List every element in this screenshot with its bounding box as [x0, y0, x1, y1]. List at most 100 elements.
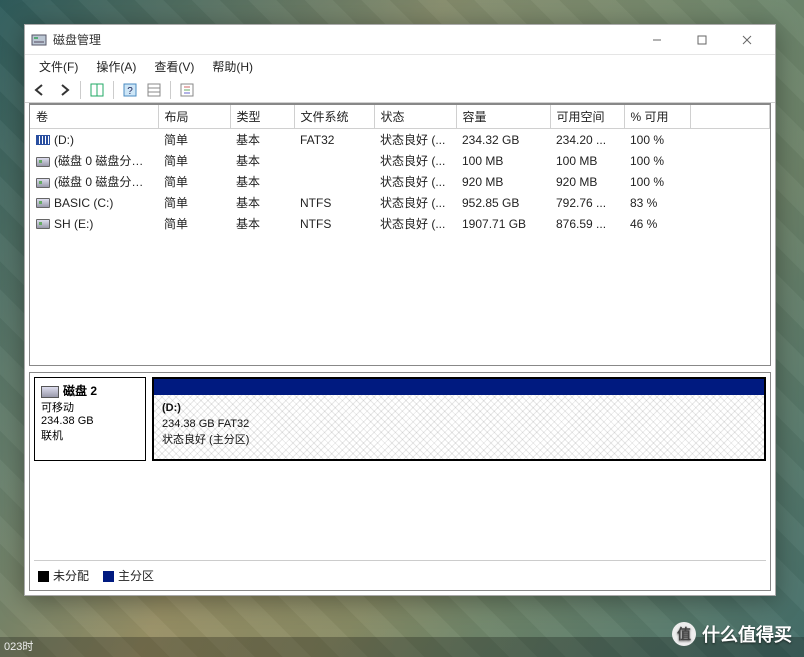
- window-title: 磁盘管理: [53, 31, 101, 48]
- menu-action[interactable]: 操作(A): [88, 56, 144, 77]
- cell-fs: NTFS: [294, 192, 374, 213]
- cell-status: 状态良好 (...: [374, 213, 456, 234]
- volume-name: BASIC (C:): [54, 196, 113, 210]
- watermark-text: 什么值得买: [702, 621, 792, 647]
- toolbar-separator: [80, 81, 81, 99]
- cell-status: 状态良好 (...: [374, 171, 456, 192]
- cell-type: 基本: [230, 150, 294, 171]
- disk-graph-pane[interactable]: 磁盘 2 可移动 234.38 GB 联机 (D:) 234.38 GB FAT…: [29, 372, 771, 591]
- volume-name: (磁盘 0 磁盘分区 4): [54, 175, 157, 189]
- cell-pct: 100 %: [624, 171, 690, 192]
- col-status[interactable]: 状态: [374, 105, 456, 129]
- cell-fs: NTFS: [294, 213, 374, 234]
- cell-capacity: 920 MB: [456, 171, 550, 192]
- cell-capacity: 952.85 GB: [456, 192, 550, 213]
- cell-layout: 简单: [158, 150, 230, 171]
- cell-free: 876.59 ...: [550, 213, 624, 234]
- content-area: 卷 布局 类型 文件系统 状态 容量 可用空间 % 可用 (D:)简单基本FAT…: [29, 103, 771, 591]
- titlebar[interactable]: 磁盘管理: [25, 25, 775, 55]
- table-row[interactable]: BASIC (C:)简单基本NTFS状态良好 (...952.85 GB792.…: [30, 192, 770, 213]
- disk-header: 磁盘 2: [63, 384, 97, 398]
- cell-pct: 83 %: [624, 192, 690, 213]
- cell-layout: 简单: [158, 213, 230, 234]
- cell-status: 状态良好 (...: [374, 150, 456, 171]
- app-icon: [31, 32, 47, 48]
- disk-size: 234.38 GB: [41, 415, 139, 427]
- disk-icon: [41, 386, 59, 398]
- partition-status: 状态良好 (主分区): [162, 434, 249, 446]
- toolbar: ?: [25, 77, 775, 103]
- disk-management-window: 磁盘管理 文件(F) 操作(A) 查看(V) 帮助(H) ? 卷 布局 类型: [24, 24, 776, 596]
- toolbar-separator: [113, 81, 114, 99]
- table-header-row[interactable]: 卷 布局 类型 文件系统 状态 容量 可用空间 % 可用: [30, 105, 770, 129]
- cell-status: 状态良好 (...: [374, 192, 456, 213]
- cell-capacity: 1907.71 GB: [456, 213, 550, 234]
- menu-file[interactable]: 文件(F): [31, 56, 86, 77]
- cell-type: 基本: [230, 129, 294, 151]
- partition-d[interactable]: (D:) 234.38 GB FAT32 状态良好 (主分区): [153, 378, 765, 460]
- disk-removable: 可移动: [41, 399, 139, 415]
- volume-name: SH (E:): [54, 217, 93, 231]
- view-list-icon[interactable]: [143, 79, 165, 101]
- help-icon[interactable]: ?: [119, 79, 141, 101]
- volume-icon: [36, 157, 50, 167]
- close-button[interactable]: [724, 25, 769, 55]
- menu-view[interactable]: 查看(V): [146, 56, 202, 77]
- table-row[interactable]: (D:) 简单基本FAT32状态良好 (...234.32 GB234.20 ..…: [30, 129, 770, 151]
- partition-title: (D:): [162, 402, 181, 414]
- disk-row[interactable]: 磁盘 2 可移动 234.38 GB 联机 (D:) 234.38 GB FAT…: [34, 377, 766, 461]
- legend: 未分配 主分区: [34, 560, 766, 586]
- cell-pct: 100 %: [624, 150, 690, 171]
- col-fs[interactable]: 文件系统: [294, 105, 374, 129]
- partition-header-bar: [154, 379, 764, 395]
- watermark-badge-icon: 值: [672, 622, 696, 646]
- table-row[interactable]: (磁盘 0 磁盘分区 4)简单基本状态良好 (...920 MB920 MB10…: [30, 171, 770, 192]
- swatch-black-icon: [38, 571, 49, 582]
- cell-type: 基本: [230, 171, 294, 192]
- col-pct[interactable]: % 可用: [624, 105, 690, 129]
- table-row[interactable]: SH (E:) 简单基本NTFS状态良好 (...1907.71 GB876.59…: [30, 213, 770, 234]
- settings-icon[interactable]: [176, 79, 198, 101]
- disk-partitions: (D:) 234.38 GB FAT32 状态良好 (主分区): [152, 377, 766, 461]
- legend-unallocated: 未分配: [38, 567, 89, 584]
- table-row[interactable]: (磁盘 0 磁盘分区 1)简单基本状态良好 (...100 MB100 MB10…: [30, 150, 770, 171]
- col-volume[interactable]: 卷: [30, 105, 158, 129]
- cell-layout: 简单: [158, 129, 230, 151]
- cell-fs: [294, 150, 374, 171]
- watermark: 值 什么值得买: [672, 621, 792, 647]
- cell-capacity: 100 MB: [456, 150, 550, 171]
- legend-primary: 主分区: [103, 567, 154, 584]
- col-layout[interactable]: 布局: [158, 105, 230, 129]
- cell-type: 基本: [230, 192, 294, 213]
- cell-status: 状态良好 (...: [374, 129, 456, 151]
- col-capacity[interactable]: 容量: [456, 105, 550, 129]
- col-free[interactable]: 可用空间: [550, 105, 624, 129]
- cell-free: 920 MB: [550, 171, 624, 192]
- disk-label-box[interactable]: 磁盘 2 可移动 234.38 GB 联机: [34, 377, 146, 461]
- disk-online: 联机: [41, 427, 139, 443]
- view-split-icon[interactable]: [86, 79, 108, 101]
- toolbar-separator: [170, 81, 171, 99]
- volume-name: (D:): [54, 133, 74, 147]
- cell-type: 基本: [230, 213, 294, 234]
- cell-capacity: 234.32 GB: [456, 129, 550, 151]
- cell-pct: 46 %: [624, 213, 690, 234]
- volume-icon: [36, 219, 50, 229]
- maximize-button[interactable]: [679, 25, 724, 55]
- back-button[interactable]: [29, 79, 51, 101]
- volume-icon: [36, 135, 50, 145]
- volume-name: (磁盘 0 磁盘分区 1): [54, 154, 157, 168]
- cell-free: 234.20 ...: [550, 129, 624, 151]
- cell-pct: 100 %: [624, 129, 690, 151]
- volume-list[interactable]: 卷 布局 类型 文件系统 状态 容量 可用空间 % 可用 (D:)简单基本FAT…: [29, 104, 771, 366]
- col-type[interactable]: 类型: [230, 105, 294, 129]
- cell-layout: 简单: [158, 192, 230, 213]
- forward-button[interactable]: [53, 79, 75, 101]
- cell-fs: FAT32: [294, 129, 374, 151]
- cell-layout: 简单: [158, 171, 230, 192]
- volume-icon: [36, 198, 50, 208]
- cell-free: 100 MB: [550, 150, 624, 171]
- menu-help[interactable]: 帮助(H): [204, 56, 261, 77]
- swatch-blue-icon: [103, 571, 114, 582]
- minimize-button[interactable]: [634, 25, 679, 55]
